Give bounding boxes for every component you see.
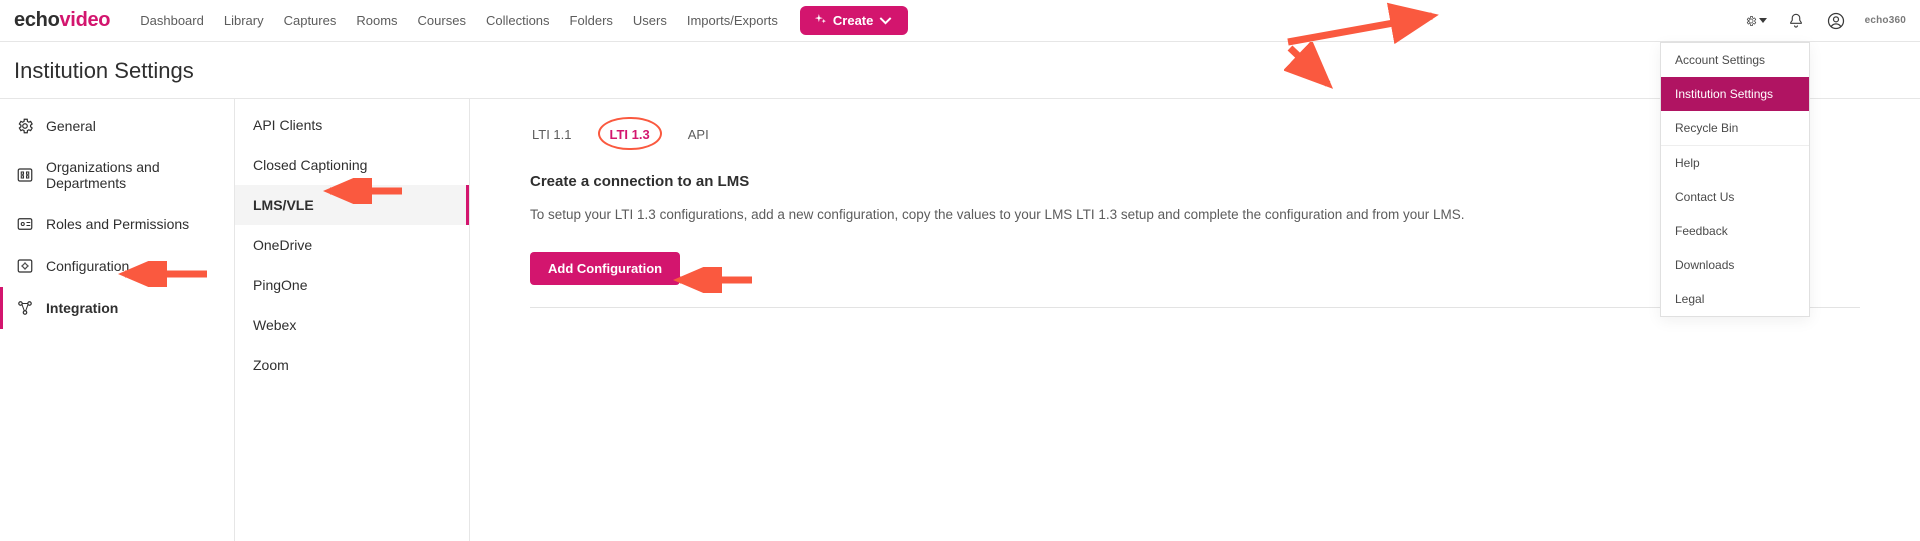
menu-feedback[interactable]: Feedback [1661,214,1809,248]
tab-label: LTI 1.3 [610,127,650,142]
top-navbar: echovideo Dashboard Library Captures Roo… [0,0,1920,42]
tab-api[interactable]: API [686,121,711,152]
add-configuration-button[interactable]: Add Configuration [530,252,680,285]
logo-echo: echo [14,9,59,32]
section-description: To setup your LTI 1.3 configurations, ad… [530,204,1550,226]
menu-help[interactable]: Help [1661,146,1809,180]
sec-item-webex[interactable]: Webex [235,305,469,345]
settings-gear-button[interactable] [1745,10,1767,32]
sidebar-item-label: General [46,118,96,134]
chevron-down-icon [879,14,892,27]
menu-legal[interactable]: Legal [1661,282,1809,316]
nav-library[interactable]: Library [224,13,264,28]
user-circle-icon [1826,11,1846,31]
sec-item-closed-captioning[interactable]: Closed Captioning [235,145,469,185]
tab-lti11[interactable]: LTI 1.1 [530,121,574,152]
settings-dropdown-menu: Account Settings Institution Settings Re… [1660,42,1810,317]
org-icon [16,166,34,184]
body-grid: General Organizations and Departments Ro… [0,99,1920,541]
nav-courses[interactable]: Courses [418,13,466,28]
caret-down-icon [1759,18,1767,23]
sidebar-primary: General Organizations and Departments Ro… [0,99,235,541]
menu-account-settings[interactable]: Account Settings [1661,43,1809,77]
config-icon [16,257,34,275]
sidebar-item-label: Organizations and Departments [46,159,218,191]
sidebar-item-roles[interactable]: Roles and Permissions [0,203,234,245]
nav-collections[interactable]: Collections [486,13,550,28]
account-button[interactable] [1825,10,1847,32]
nav-links: Dashboard Library Captures Rooms Courses… [140,13,778,28]
sidebar-item-label: Integration [46,300,118,316]
sec-item-lms-vle[interactable]: LMS/VLE [235,185,469,225]
sidebar-item-label: Configuration [46,258,129,274]
page-title: Institution Settings [14,58,1906,84]
nav-captures[interactable]: Captures [284,13,337,28]
sidebar-item-label: Roles and Permissions [46,216,189,232]
sec-item-pingone[interactable]: PingOne [235,265,469,305]
integration-icon [16,299,34,317]
menu-contact-us[interactable]: Contact Us [1661,180,1809,214]
roles-icon [16,215,34,233]
sidebar-item-organizations[interactable]: Organizations and Departments [0,147,234,203]
page-title-row: Institution Settings [0,42,1920,99]
notifications-button[interactable] [1785,10,1807,32]
nav-imports-exports[interactable]: Imports/Exports [687,13,778,28]
sec-item-zoom[interactable]: Zoom [235,345,469,385]
nav-rooms[interactable]: Rooms [356,13,397,28]
sidebar-secondary: API Clients Closed Captioning LMS/VLE On… [235,99,470,541]
create-button[interactable]: Create [800,6,908,35]
logo-video: video [59,9,110,32]
sidebar-item-general[interactable]: General [0,105,234,147]
create-label: Create [833,13,873,28]
sidebar-item-configuration[interactable]: Configuration [0,245,234,287]
sec-item-api-clients[interactable]: API Clients [235,105,469,145]
menu-recycle-bin[interactable]: Recycle Bin [1661,111,1809,145]
menu-downloads[interactable]: Downloads [1661,248,1809,282]
nav-users[interactable]: Users [633,13,667,28]
logo[interactable]: echovideo [14,9,110,32]
topbar-right-icons: echo360 [1745,10,1906,32]
brand-small: echo360 [1865,15,1906,26]
gear-icon [16,117,34,135]
gear-icon [1745,12,1757,30]
bell-icon [1787,12,1805,30]
menu-institution-settings[interactable]: Institution Settings [1661,77,1809,111]
sidebar-item-integration[interactable]: Integration [0,287,234,329]
sec-item-onedrive[interactable]: OneDrive [235,225,469,265]
sparkle-icon [814,14,827,27]
tab-lti13[interactable]: LTI 1.3 [608,121,652,152]
nav-dashboard[interactable]: Dashboard [140,13,204,28]
nav-folders[interactable]: Folders [570,13,613,28]
